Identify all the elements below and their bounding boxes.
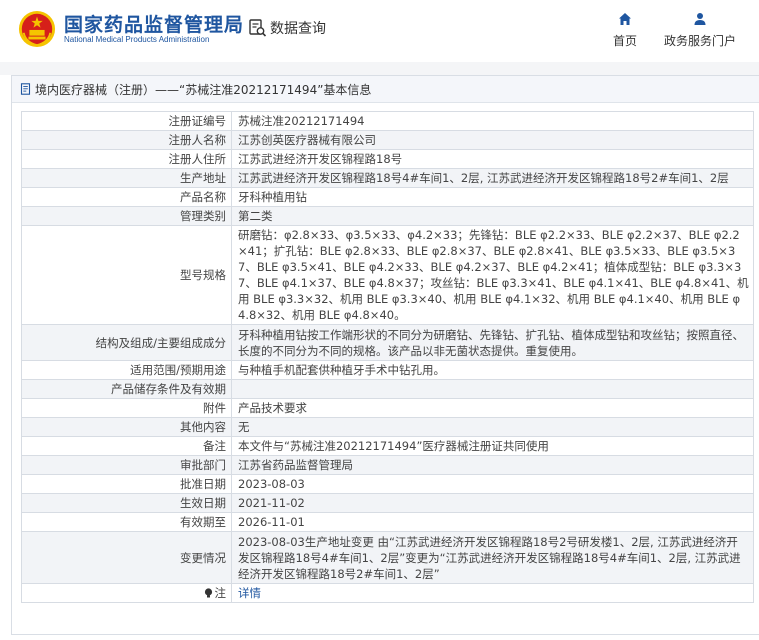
field-label: 其他内容	[21, 417, 232, 437]
table-row: 备注 本文件与“苏械注准20212171494”医疗器械注册证共同使用	[21, 436, 754, 456]
field-label: 产品名称	[21, 187, 232, 207]
breadcrumb-text: 境内医疗器械（注册）——“苏械注准20212171494”基本信息	[35, 82, 372, 97]
field-label: 批准日期	[21, 474, 232, 494]
table-row: 注册人住所 江苏武进经济开发区锦程路18号	[21, 149, 754, 169]
note-label-cell: 注	[21, 583, 232, 603]
field-label: 注册人住所	[21, 149, 232, 169]
lightbulb-icon	[204, 588, 212, 598]
data-query-label: 数据查询	[270, 21, 326, 37]
registration-info-table: 注册证编号 苏械注准20212171494 注册人名称 江苏创英医疗器械有限公司 注册人…	[21, 111, 754, 603]
table-row: 注册证编号 苏械注准20212171494	[21, 111, 754, 131]
header-divider	[0, 62, 759, 75]
field-label: 管理类别	[21, 206, 232, 226]
site-logo-title[interactable]: 国家药品监督管理局	[64, 10, 244, 37]
home-icon	[619, 13, 631, 25]
field-value: 江苏创英医疗器械有限公司	[231, 130, 754, 150]
detail-panel: 境内医疗器械（注册）——“苏械注准20212171494”基本信息 注册证编号苏…	[11, 75, 759, 635]
document-icon	[20, 83, 31, 95]
field-label: 生效日期	[21, 493, 232, 513]
field-value: 第二类	[231, 206, 754, 226]
nav-service-portal[interactable]: 政务服务门户	[660, 12, 740, 49]
breadcrumb: 境内医疗器械（注册）——“苏械注准20212171494”基本信息	[12, 76, 759, 103]
table-row: 批准日期 2023-08-03	[21, 474, 754, 494]
national-emblem-icon[interactable]	[18, 10, 56, 48]
field-label: 备注	[21, 436, 232, 456]
table-row: 附件 产品技术要求	[21, 398, 754, 418]
field-value: 江苏武进经济开发区锦程路18号	[231, 149, 754, 169]
field-label: 适用范围/预期用途	[21, 360, 232, 380]
table-row: 结构及组成/主要组成成分 牙科种植用钻按工作端形状的不同分为研磨钻、先锋钻、扩孔钻…	[21, 324, 754, 361]
field-label: 有效期至	[21, 512, 232, 532]
field-value: 2023-08-03生产地址变更 由“江苏武进经济开发区锦程路18号2号研发楼1…	[231, 531, 754, 584]
field-value: 牙科种植用钻	[231, 187, 754, 207]
table-row: 适用范围/预期用途 与种植手机配套供种植牙手术中钻孔用。	[21, 360, 754, 380]
note-details-link[interactable]: 详情	[231, 583, 754, 603]
site-header: 国家药品监督管理局 National Medical Products Admi…	[0, 0, 759, 62]
field-value: 本文件与“苏械注准20212171494”医疗器械注册证共同使用	[231, 436, 754, 456]
table-row-note: 注详情	[21, 583, 754, 603]
field-value: 江苏省药品监督管理局	[231, 455, 754, 475]
note-label: 注	[214, 586, 227, 600]
field-label: 生产地址	[21, 168, 232, 188]
field-label: 审批部门	[21, 455, 232, 475]
field-value: 江苏武进经济开发区锦程路18号4#车间1、2层, 江苏武进经济开发区锦程路18号…	[231, 168, 754, 188]
field-label: 变更情况	[21, 531, 232, 584]
table-row: 变更情况 2023-08-03生产地址变更 由“江苏武进经济开发区锦程路18号2号…	[21, 531, 754, 584]
table-row: 生产地址 江苏武进经济开发区锦程路18号4#车间1、2层, 江苏武进经济开发区锦程…	[21, 168, 754, 188]
nav-service-portal-label: 政务服务门户	[663, 34, 736, 48]
field-value: 与种植手机配套供种植牙手术中钻孔用。	[231, 360, 754, 380]
table-row: 型号规格 研磨钻：φ2.8×33、φ3.5×33、φ4.2×33；先锋钻：BLE …	[21, 225, 754, 325]
nav-home-label: 首页	[612, 34, 637, 48]
field-value	[231, 379, 754, 399]
data-query-link[interactable]: 数据查询	[248, 18, 326, 38]
table-row: 其他内容无	[21, 417, 754, 437]
field-value: 2026-11-01	[231, 512, 754, 532]
field-label: 注册证编号	[21, 111, 232, 131]
table-row: 产品储存条件及有效期	[21, 379, 754, 399]
field-value: 牙科种植用钻按工作端形状的不同分为研磨钻、先锋钻、扩孔钻、植体成型钻和攻丝钻；按…	[231, 324, 754, 361]
table-row: 审批部门 江苏省药品监督管理局	[21, 455, 754, 475]
field-label: 附件	[21, 398, 232, 418]
table-row: 生效日期 2021-11-02	[21, 493, 754, 513]
site-logo-subtitle[interactable]: National Medical Products Administration	[64, 35, 209, 44]
field-value: 产品技术要求	[231, 398, 754, 418]
table-row: 有效期至 2026-11-01	[21, 512, 754, 532]
field-label: 产品储存条件及有效期	[21, 379, 232, 399]
table-row: 产品名称 牙科种植用钻	[21, 187, 754, 207]
nav-home[interactable]: 首页	[609, 12, 641, 49]
table-row: 注册人名称 江苏创英医疗器械有限公司	[21, 130, 754, 150]
document-search-icon	[249, 19, 267, 37]
field-label: 结构及组成/主要组成成分	[21, 324, 232, 361]
field-value: 苏械注准20212171494	[231, 111, 754, 131]
field-value: 无	[231, 417, 754, 437]
field-label: 型号规格	[21, 225, 232, 325]
user-icon	[694, 13, 706, 25]
field-value: 研磨钻：φ2.8×33、φ3.5×33、φ4.2×33；先锋钻：BLE φ2.2…	[231, 225, 754, 325]
table-row: 管理类别 第二类	[21, 206, 754, 226]
field-value: 2021-11-02	[231, 493, 754, 513]
field-label: 注册人名称	[21, 130, 232, 150]
field-value: 2023-08-03	[231, 474, 754, 494]
